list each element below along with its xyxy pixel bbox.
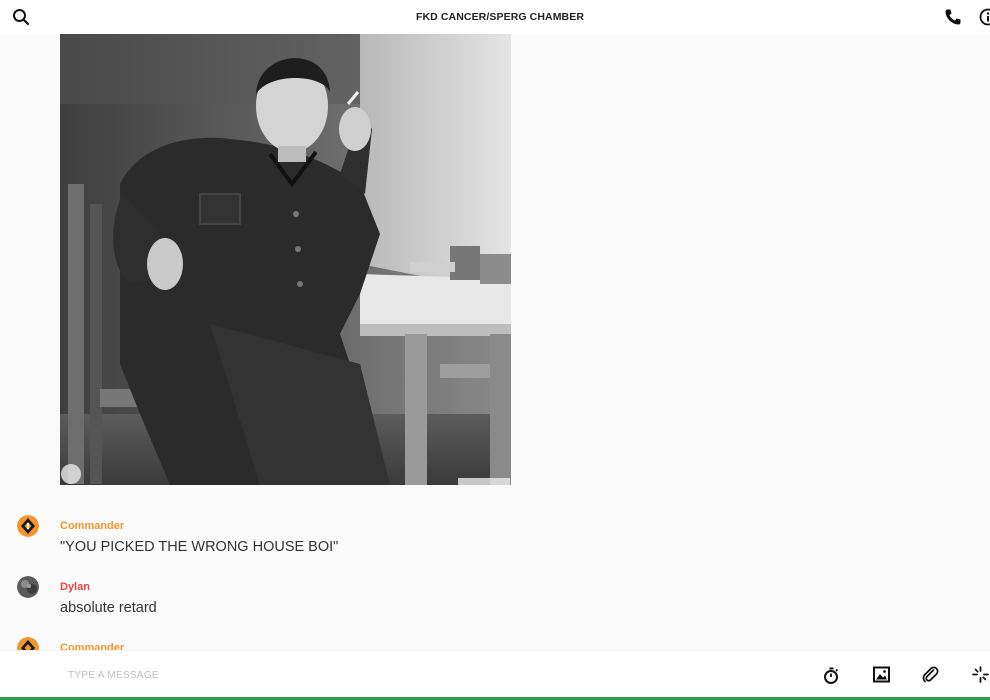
- message-sender[interactable]: Commander: [60, 642, 124, 650]
- sparkle-icon[interactable]: [972, 666, 989, 683]
- attachment-icon[interactable]: [922, 666, 939, 683]
- shared-photo[interactable]: [60, 34, 511, 485]
- message-input[interactable]: [54, 663, 754, 687]
- timer-icon[interactable]: [823, 667, 840, 684]
- message-text: "YOU PICKED THE WRONG HOUSE BOI": [60, 539, 339, 555]
- commander-avatar[interactable]: [17, 637, 39, 650]
- message-composer: [0, 650, 990, 698]
- image-icon[interactable]: [873, 666, 890, 683]
- message-item: Commander: [0, 636, 990, 650]
- message-text: absolute retard: [60, 600, 157, 616]
- message-sender[interactable]: Dylan: [60, 581, 90, 593]
- chat-header: FKD CANCER/SPERG CHAMBER: [0, 0, 990, 34]
- info-icon[interactable]: [979, 8, 990, 26]
- message-item: Commander "YOU PICKED THE WRONG HOUSE BO…: [0, 514, 990, 562]
- chat-window: FKD CANCER/SPERG CHAMBER Commander "YOU …: [0, 0, 990, 700]
- message-item: Dylan absolute retard: [0, 575, 990, 623]
- commander-avatar[interactable]: [17, 515, 39, 537]
- dylan-avatar[interactable]: [17, 576, 39, 598]
- message-sender[interactable]: Commander: [60, 520, 124, 532]
- phone-icon[interactable]: [944, 8, 962, 26]
- chat-title: FKD CANCER/SPERG CHAMBER: [415, 11, 585, 23]
